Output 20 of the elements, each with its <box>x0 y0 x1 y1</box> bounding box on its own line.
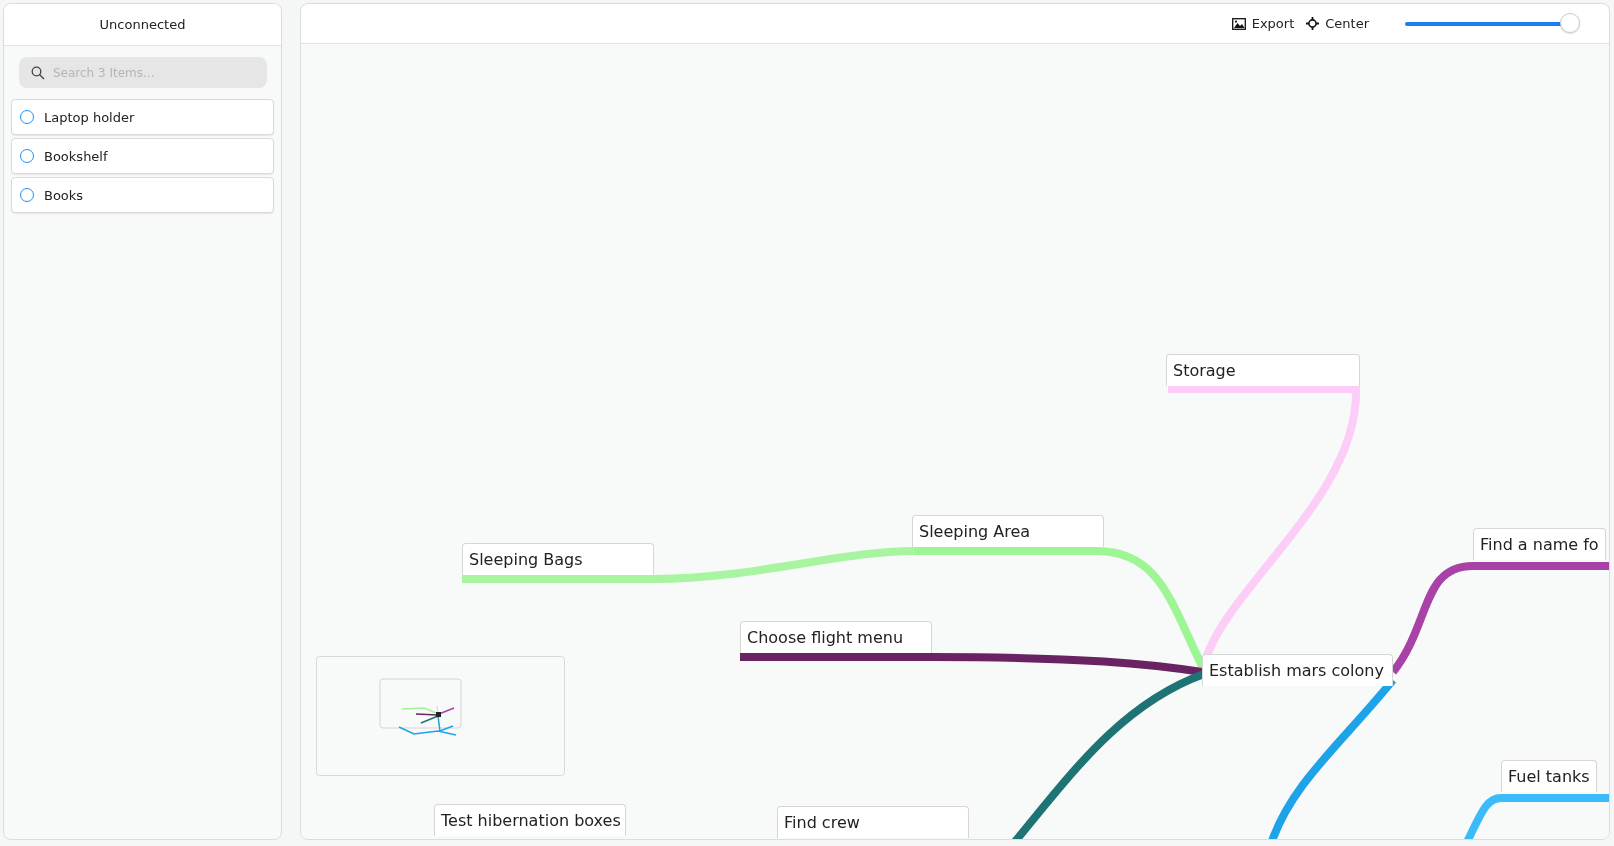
mindmap-node[interactable]: Choose flight menu <box>740 621 932 653</box>
mindmap-node[interactable]: Find crew <box>777 806 969 838</box>
mindmap-node[interactable]: Sleeping Bags <box>462 543 654 575</box>
item-label: Laptop holder <box>44 109 135 125</box>
mindmap-node[interactable]: Find a name fo <box>1473 528 1606 560</box>
crosshair-icon <box>1306 17 1320 30</box>
mindmap-node[interactable]: Establish mars colony <box>1202 654 1393 686</box>
unconnected-item[interactable]: Laptop holder <box>11 99 274 135</box>
mindmap-node[interactable]: Fuel tanks <box>1501 760 1597 792</box>
unconnected-item[interactable]: Books <box>11 177 274 213</box>
mindmap-node[interactable]: Sleeping Area <box>912 515 1104 547</box>
image-icon <box>1231 17 1246 30</box>
item-label: Books <box>44 187 84 203</box>
unconnected-item[interactable]: Bookshelf <box>11 138 274 174</box>
mindmap-node[interactable]: Test hibernation boxes <box>434 804 626 836</box>
center-button[interactable]: Center <box>1306 16 1369 31</box>
sidebar-title: Unconnected <box>4 4 281 46</box>
item-label: Bookshelf <box>44 148 108 164</box>
export-button[interactable]: Export <box>1231 16 1295 31</box>
mindmap-node[interactable]: Storage <box>1166 354 1360 386</box>
